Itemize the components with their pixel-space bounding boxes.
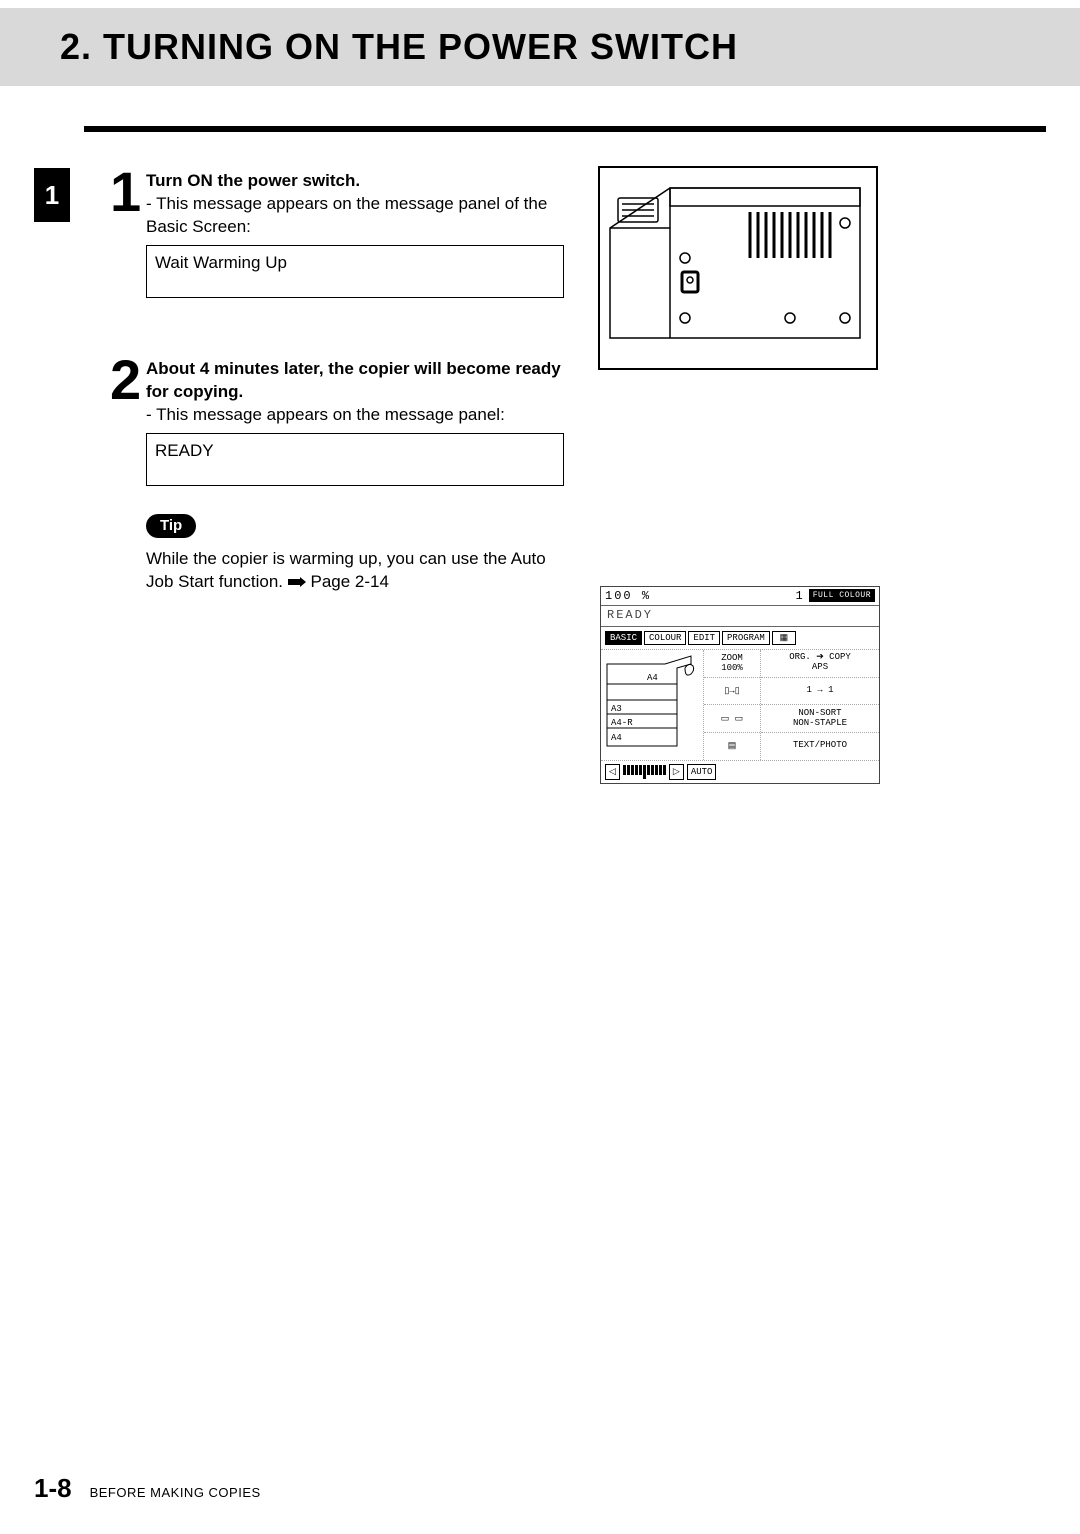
header-band: 2. TURNING ON THE POWER SWITCH [0, 8, 1080, 86]
zoom-value-100: 100% [721, 663, 743, 673]
step-desc: This message appears on the message pane… [156, 405, 505, 424]
message-text: Wait Warming Up [155, 253, 287, 272]
textphoto-cell[interactable]: TEXT/PHOTO [761, 733, 879, 760]
pct-sign: % [642, 589, 651, 603]
paper-size-a4: A4 [647, 673, 658, 683]
paper-tray-diagram: A4 A3 A4-R A4 [601, 650, 703, 760]
display-ready-text: READY [601, 606, 879, 627]
tab-edit[interactable]: EDIT [688, 631, 720, 645]
section-title: 2. TURNING ON THE POWER SWITCH [60, 26, 1080, 68]
step-desc-prefix: - [146, 405, 156, 424]
density-scale [623, 765, 666, 779]
printer-svg [600, 168, 876, 368]
ratio-cell[interactable]: 1 → 1 [761, 678, 879, 706]
printer-illustration [598, 166, 878, 370]
zoom-label: ZOOM [721, 653, 743, 663]
step-desc-prefix: - [146, 194, 156, 213]
zoom-value: 100 [605, 589, 633, 603]
page-footer: 1-8 BEFORE MAKING COPIES [34, 1473, 261, 1504]
content-area: 1 Turn ON the power switch. - This messa… [110, 170, 1040, 654]
tip-label: Tip [146, 514, 196, 538]
nonsort-label: NON-SORT [798, 708, 841, 718]
full-colour-badge: FULL COLOUR [809, 589, 875, 602]
step-title: About 4 minutes later, the copier will b… [146, 359, 561, 401]
nonstaple-label: NON-STAPLE [793, 718, 847, 728]
copier-display-panel: 100 % 1 FULL COLOUR READY BASIC COLOUR E… [600, 586, 880, 784]
display-right-column: ORG. ➔ COPY APS 1 → 1 NON-SORT NON-STAPL… [761, 650, 879, 760]
step-desc: This message appears on the message pane… [146, 194, 547, 236]
aps-label: APS [812, 662, 828, 672]
display-zoom-pct: 100 % [605, 589, 651, 603]
message-box: READY [146, 433, 564, 486]
section-number: 2. [60, 26, 92, 67]
heavy-rule [84, 126, 1046, 132]
manual-page: 2. TURNING ON THE POWER SWITCH 1 1 Turn … [0, 8, 1080, 1534]
tip-page-ref: Page 2-14 [311, 572, 389, 591]
tab-colour[interactable]: COLOUR [644, 631, 686, 645]
section-title-text: TURNING ON THE POWER SWITCH [103, 26, 738, 67]
tab-extra-icon[interactable]: ▦ [772, 631, 796, 645]
display-main-grid: A4 A3 A4-R A4 ZOOM 100% [601, 650, 879, 760]
display-qty: 1 [795, 589, 802, 603]
step-body: Turn ON the power switch. - This message… [146, 170, 586, 298]
tip-text: While the copier is warming up, you can … [146, 548, 576, 594]
display-tabs: BASIC COLOUR EDIT PROGRAM ▦ [601, 627, 879, 650]
chapter-tab: 1 [34, 168, 70, 222]
footer-section-name: BEFORE MAKING COPIES [90, 1485, 261, 1500]
paper-size-a4r: A4-R [611, 718, 633, 728]
display-mid-column: ZOOM 100% ▯→▯ ▭ ▭ ▤ [703, 650, 761, 760]
sort-cell[interactable]: NON-SORT NON-STAPLE [761, 705, 879, 733]
paper-size-a4-2: A4 [611, 733, 622, 743]
tab-basic[interactable]: BASIC [605, 631, 642, 645]
org-copy-cell[interactable]: ORG. ➔ COPY APS [761, 650, 879, 678]
duplex-icons[interactable]: ▯→▯ [704, 678, 760, 706]
display-top-bar: 100 % 1 FULL COLOUR [601, 587, 879, 606]
density-left-icon[interactable]: ◁ [605, 764, 620, 780]
density-right-icon[interactable]: ▷ [669, 764, 684, 780]
display-bottom-bar: ◁ ▷ AUTO [601, 760, 879, 783]
finish-icons[interactable]: ▭ ▭ [704, 705, 760, 733]
step-title: Turn ON the power switch. [146, 171, 360, 190]
tab-program[interactable]: PROGRAM [722, 631, 770, 645]
message-text: READY [155, 441, 214, 460]
auto-button[interactable]: AUTO [687, 764, 717, 780]
step-number: 1 [110, 164, 141, 220]
org-copy-label: ORG. ➔ COPY [789, 652, 851, 662]
page-ref-arrow-icon [288, 577, 306, 587]
step-body: About 4 minutes later, the copier will b… [146, 358, 586, 594]
step-1: 1 Turn ON the power switch. - This messa… [110, 170, 1040, 298]
step-2: 2 About 4 minutes later, the copier will… [110, 358, 1040, 594]
paper-size-a3: A3 [611, 704, 622, 714]
zoom-cell[interactable]: ZOOM 100% [704, 650, 760, 678]
step-number: 2 [110, 352, 141, 408]
message-box: Wait Warming Up [146, 245, 564, 298]
page-number: 1-8 [34, 1473, 72, 1504]
orig-icon[interactable]: ▤ [704, 733, 760, 760]
